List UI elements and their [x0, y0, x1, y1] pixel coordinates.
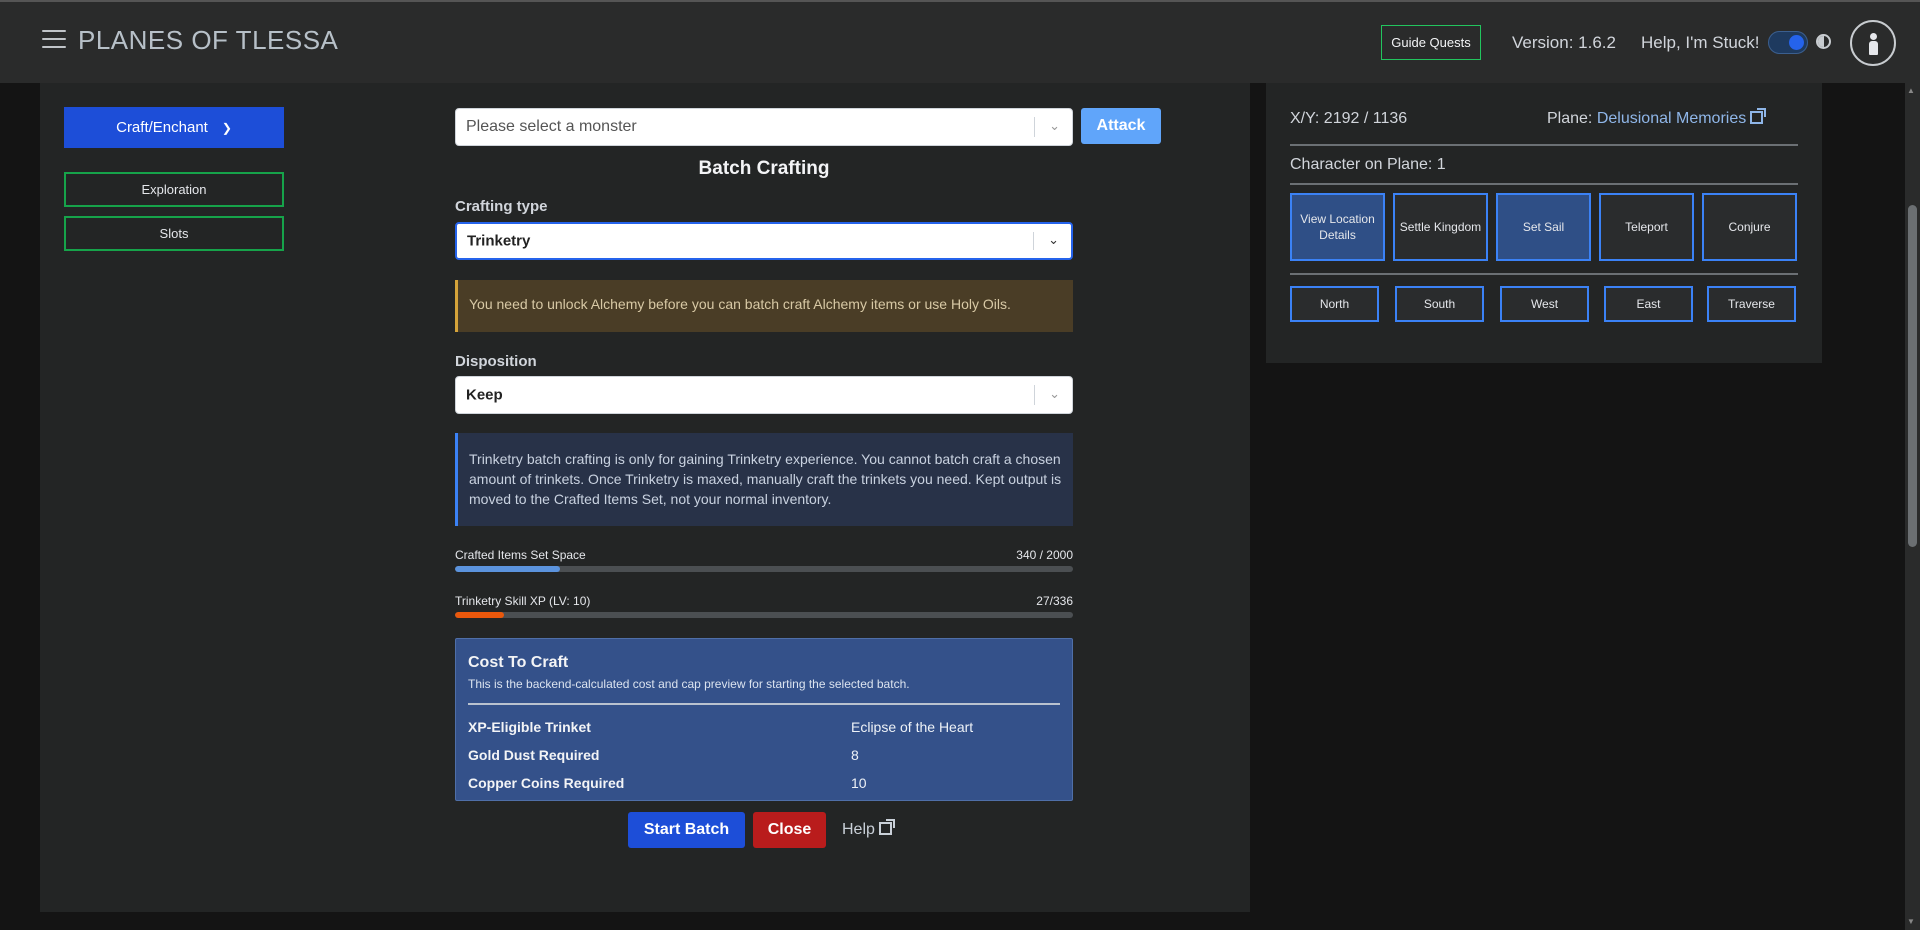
- toggle-knob: [1789, 35, 1804, 50]
- settle-kingdom-button[interactable]: Settle Kingdom: [1393, 193, 1488, 261]
- cost-row-key: Gold Dust Required: [468, 747, 600, 763]
- monster-select[interactable]: Please select a monster ⌄: [455, 108, 1073, 146]
- xp-progress-fill: [455, 612, 505, 618]
- help-stuck-link[interactable]: Help, I'm Stuck!: [1641, 33, 1760, 53]
- monster-select-placeholder: Please select a monster: [466, 118, 637, 135]
- xp-label: Trinketry Skill XP (LV: 10): [455, 594, 591, 608]
- cost-row-value: Eclipse of the Heart: [851, 719, 974, 735]
- crafting-type-value: Trinketry: [467, 232, 531, 250]
- cost-row-key: XP-Eligible Trinket: [468, 719, 591, 735]
- chevron-down-icon: ⌄: [1049, 386, 1060, 402]
- scrollbar-thumb[interactable]: [1908, 205, 1917, 547]
- cost-to-craft-card: Cost To Craft This is the backend-calcul…: [455, 638, 1073, 801]
- crafting-type-select[interactable]: Trinketry ⌄: [455, 222, 1073, 260]
- start-batch-button[interactable]: Start Batch: [628, 812, 745, 848]
- traverse-button[interactable]: Traverse: [1707, 286, 1796, 322]
- dark-mode-toggle[interactable]: [1768, 31, 1808, 54]
- cost-row-value: 8: [851, 747, 859, 763]
- move-north-button[interactable]: North: [1290, 286, 1379, 322]
- set-sail-button[interactable]: Set Sail: [1496, 193, 1591, 261]
- move-east-button[interactable]: East: [1604, 286, 1693, 322]
- help-link[interactable]: Help: [842, 819, 895, 839]
- divider: [1290, 183, 1798, 185]
- user-icon: [1870, 33, 1877, 40]
- divider: [1290, 273, 1798, 275]
- cost-row-value: 10: [851, 775, 867, 791]
- teleport-button[interactable]: Teleport: [1599, 193, 1694, 261]
- conjure-button[interactable]: Conjure: [1702, 193, 1797, 261]
- external-link-icon: [1750, 108, 1767, 124]
- scroll-down-arrow-icon[interactable]: ▼: [1907, 917, 1915, 926]
- disposition-value: Keep: [466, 386, 503, 404]
- xp-label-row: Trinketry Skill XP (LV: 10) 27/336: [455, 594, 1073, 608]
- set-space-label-row: Crafted Items Set Space 340 / 2000: [455, 548, 1073, 562]
- divider: [1290, 144, 1798, 146]
- plane-link[interactable]: Delusional Memories: [1596, 108, 1767, 127]
- cost-row-key: Copper Coins Required: [468, 775, 625, 791]
- view-location-details-button[interactable]: View Location Details: [1290, 193, 1385, 261]
- app-title[interactable]: PLANES OF TLESSA: [78, 25, 338, 56]
- cost-title: Cost To Craft: [468, 654, 569, 671]
- cost-subtitle: This is the backend-calculated cost and …: [468, 677, 910, 691]
- move-south-button[interactable]: South: [1395, 286, 1484, 322]
- characters-on-plane: Character on Plane: 1: [1290, 156, 1446, 173]
- close-button[interactable]: Close: [753, 812, 826, 848]
- trinketry-info-alert: Trinketry batch crafting is only for gai…: [455, 433, 1073, 526]
- slots-button[interactable]: Slots: [64, 216, 284, 251]
- set-space-label: Crafted Items Set Space: [455, 548, 586, 562]
- set-space-progress-fill: [455, 566, 561, 572]
- batch-crafting-title: Batch Crafting: [698, 158, 830, 179]
- exploration-button[interactable]: Exploration: [64, 172, 284, 207]
- contrast-icon: [1816, 34, 1831, 49]
- coordinates-readout: X/Y: 2192 / 1136: [1290, 110, 1408, 127]
- xp-value: 27/336: [1036, 594, 1073, 608]
- disposition-label: Disposition: [455, 353, 537, 370]
- plane-prefix: Plane:: [1547, 110, 1593, 127]
- alchemy-warning-alert: You need to unlock Alchemy before you ca…: [455, 280, 1073, 332]
- xp-progress-bar: [455, 612, 1073, 618]
- user-menu-button[interactable]: [1850, 20, 1896, 66]
- chevron-down-icon: ❯: [221, 121, 232, 135]
- external-link-icon: [878, 819, 895, 835]
- cost-divider: [468, 703, 1060, 705]
- craft-enchant-label: Craft/Enchant: [116, 119, 208, 136]
- set-space-progress-bar: [455, 566, 1073, 572]
- scroll-up-arrow-icon[interactable]: ▲: [1907, 86, 1915, 95]
- crafting-type-label: Crafting type: [455, 198, 548, 215]
- guide-quests-button[interactable]: Guide Quests: [1381, 25, 1481, 60]
- hamburger-menu-icon[interactable]: [42, 30, 66, 50]
- plane-info: Plane: Delusional Memories: [1547, 108, 1767, 128]
- chevron-down-icon: ⌄: [1048, 232, 1059, 248]
- version-link[interactable]: Version: 1.6.2: [1512, 33, 1616, 53]
- help-link-label: Help: [842, 821, 875, 838]
- set-space-value: 340 / 2000: [1016, 548, 1073, 562]
- attack-button[interactable]: Attack: [1081, 108, 1161, 144]
- plane-name: Delusional Memories: [1596, 110, 1747, 127]
- craft-enchant-dropdown-button[interactable]: Craft/Enchant ❯: [64, 107, 284, 148]
- disposition-select[interactable]: Keep ⌄: [455, 376, 1073, 414]
- move-west-button[interactable]: West: [1500, 286, 1589, 322]
- chevron-down-icon: ⌄: [1049, 118, 1060, 134]
